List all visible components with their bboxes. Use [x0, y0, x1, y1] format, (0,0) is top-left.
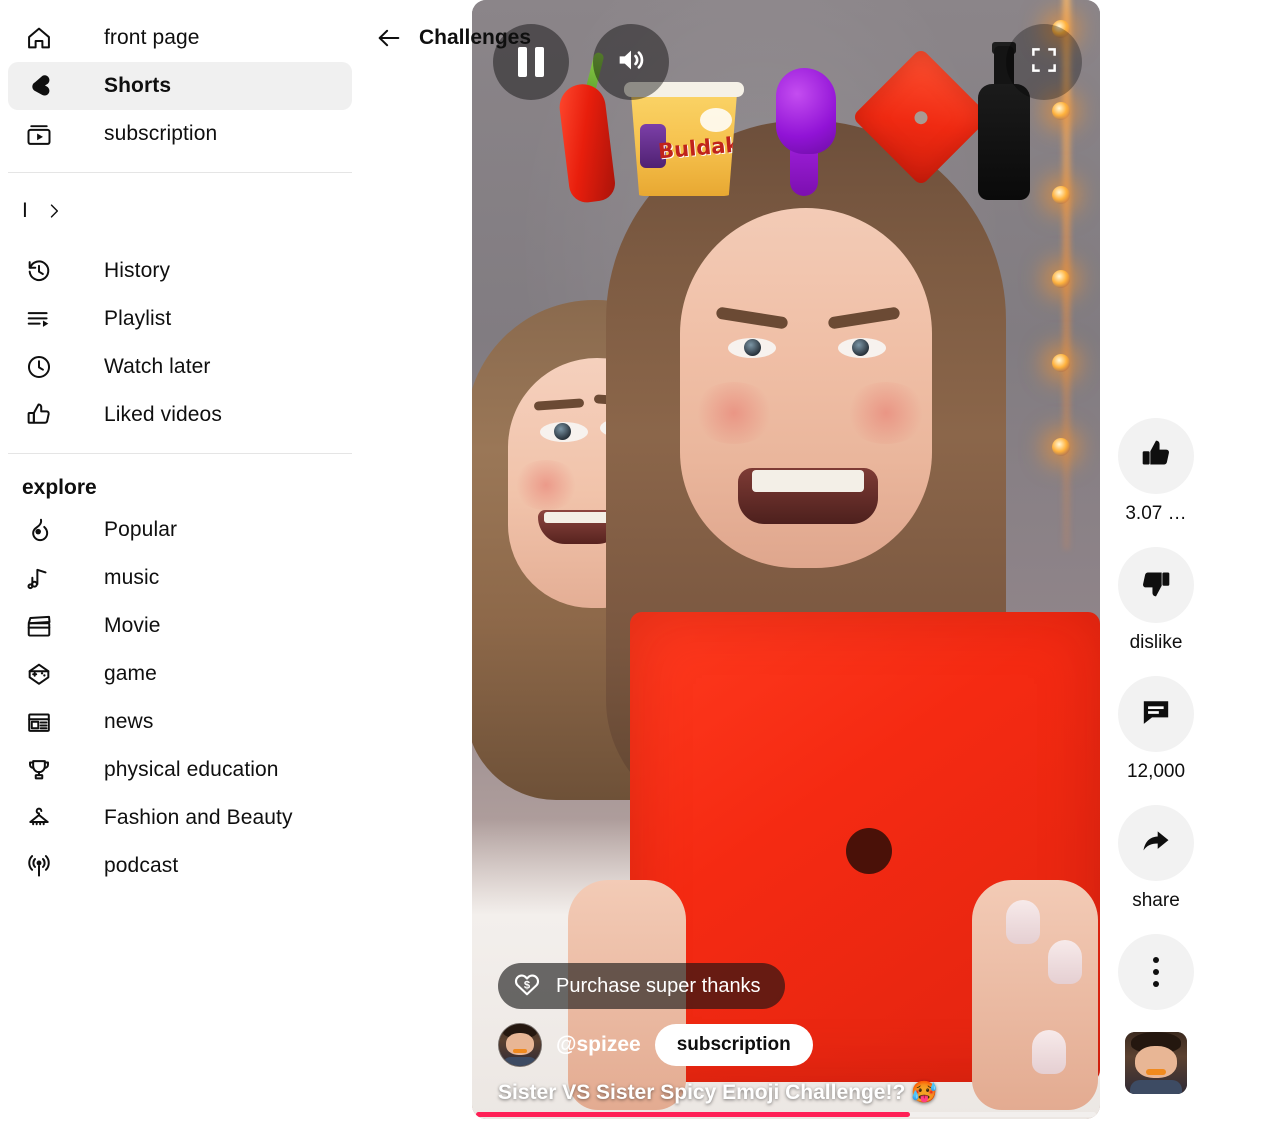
- sidebar-item-label: Watch later: [104, 355, 211, 378]
- sidebar-item-label: Fashion and Beauty: [104, 806, 293, 829]
- fingernail: [1006, 900, 1040, 944]
- sidebar-item-watch-later[interactable]: Watch later: [8, 343, 352, 391]
- page-header: Challenges: [375, 24, 531, 52]
- sidebar-item-label: Movie: [104, 614, 161, 637]
- explore-heading: explore: [22, 476, 97, 499]
- comment-count: 12,000: [1126, 761, 1186, 782]
- sidebar-item-liked-videos[interactable]: Liked videos: [8, 391, 352, 439]
- page-title: Challenges: [419, 26, 532, 49]
- channel-row: @spizee subscription: [498, 1023, 1074, 1067]
- sidebar-item-popular[interactable]: Popular: [8, 506, 352, 554]
- noodle-brand-text: Buldak: [657, 132, 741, 164]
- shorts-icon: [22, 69, 56, 103]
- fullscreen-icon: [1029, 45, 1059, 80]
- subscriptions-icon: [22, 117, 56, 151]
- sidebar-item-movie[interactable]: Movie: [8, 602, 352, 650]
- dislike-button[interactable]: [1118, 547, 1194, 623]
- sidebar-item-label: History: [104, 259, 171, 282]
- sidebar-item-music[interactable]: music: [8, 554, 352, 602]
- volume-button[interactable]: [593, 24, 669, 100]
- sidebar-item-front-page[interactable]: front page: [8, 14, 352, 62]
- hanger-icon: [22, 801, 56, 835]
- sidebar-item-playlist[interactable]: Playlist: [8, 295, 352, 343]
- share-button[interactable]: [1118, 805, 1194, 881]
- svg-text:$: $: [524, 979, 531, 991]
- shorts-page: front page Shorts subscription I History…: [0, 0, 1280, 1125]
- thumbs-up-icon: [1139, 437, 1173, 476]
- super-thanks-button[interactable]: $ Purchase super thanks: [498, 963, 785, 1009]
- channel-name[interactable]: @spizee: [556, 1033, 641, 1057]
- action-comments: 12,000: [1114, 676, 1198, 783]
- sidebar-item-label: Shorts: [104, 74, 172, 97]
- like-count: 3.07 …: [1125, 503, 1187, 524]
- like-button[interactable]: [1118, 418, 1194, 494]
- dislike-label: dislike: [1129, 632, 1183, 653]
- sidebar-item-fashion-and-beauty[interactable]: Fashion and Beauty: [8, 794, 352, 842]
- super-thanks-label: Purchase super thanks: [556, 974, 761, 997]
- sidebar-item-label: podcast: [104, 854, 179, 877]
- sidebar-item-history[interactable]: History: [8, 247, 352, 295]
- sidebar-item-news[interactable]: news: [8, 698, 352, 746]
- sidebar-item-podcast[interactable]: podcast: [8, 842, 352, 890]
- action-share: share: [1114, 805, 1198, 912]
- purple-drumstick-sticker: [772, 68, 838, 198]
- sidebar-item-shorts[interactable]: Shorts: [8, 62, 352, 110]
- sidebar-item-label: news: [104, 710, 154, 733]
- share-label: share: [1132, 890, 1180, 911]
- progress-bar[interactable]: [476, 1112, 1096, 1117]
- trending-icon: [22, 513, 56, 547]
- heart-dollar-icon: $: [512, 969, 542, 1004]
- fullscreen-button[interactable]: [1006, 24, 1082, 100]
- sidebar-item-label: music: [104, 566, 160, 589]
- more-button[interactable]: [1118, 934, 1194, 1010]
- sidebar-item-label: physical education: [104, 758, 279, 781]
- playlist-icon: [22, 302, 56, 336]
- sidebar-you-label: I: [22, 199, 28, 222]
- comment-icon: [1139, 695, 1173, 734]
- share-icon: [1139, 824, 1173, 863]
- podcast-icon: [22, 849, 56, 883]
- sidebar-item-subscription[interactable]: subscription: [8, 110, 352, 158]
- more-vertical-icon: [1153, 957, 1159, 987]
- clock-icon: [22, 350, 56, 384]
- music-note-icon: [22, 561, 56, 595]
- video-title: Sister VS Sister Spicy Emoji Challenge!?…: [498, 1081, 938, 1104]
- subscribe-button[interactable]: subscription: [654, 1024, 813, 1066]
- sidebar-item-label: subscription: [104, 122, 218, 145]
- chevron-right-icon: [44, 201, 64, 221]
- clapperboard-icon: [22, 609, 56, 643]
- sidebar-item-label: Playlist: [104, 307, 172, 330]
- sidebar-item-game[interactable]: game: [8, 650, 352, 698]
- spicy-cracker-sticker: [850, 46, 991, 187]
- action-dislike: dislike: [1114, 547, 1198, 654]
- comments-button[interactable]: [1118, 676, 1194, 752]
- sidebar-item-physical-education[interactable]: physical education: [8, 746, 352, 794]
- sidebar: front page Shorts subscription I History…: [0, 0, 360, 1125]
- sidebar-you-row[interactable]: I: [0, 187, 360, 235]
- volume-on-icon: [614, 43, 648, 82]
- action-like: 3.07 …: [1114, 418, 1198, 525]
- sidebar-item-label: Liked videos: [104, 403, 222, 426]
- thumbs-up-icon: [22, 398, 56, 432]
- avatar[interactable]: [498, 1023, 542, 1067]
- history-icon: [22, 254, 56, 288]
- sidebar-item-label: Popular: [104, 518, 178, 541]
- channel-thumbnail[interactable]: [1125, 1032, 1187, 1094]
- action-rail: 3.07 … dislike 12,000 share: [1114, 418, 1198, 1094]
- sidebar-item-label: front page: [104, 26, 200, 49]
- progress-bar-fill: [476, 1112, 910, 1117]
- back-arrow-icon[interactable]: [375, 24, 403, 52]
- home-icon: [22, 21, 56, 55]
- trophy-icon: [22, 753, 56, 787]
- shorts-player[interactable]: Buldak $ Purchase super thanks @spizee s…: [472, 0, 1100, 1119]
- gamepad-icon: [22, 657, 56, 691]
- newspaper-icon: [22, 705, 56, 739]
- video-overlay-bottom: $ Purchase super thanks @spizee subscrip…: [472, 963, 1100, 1119]
- thumbs-down-icon: [1139, 566, 1173, 605]
- action-more: [1114, 934, 1198, 1010]
- sidebar-item-label: game: [104, 662, 157, 685]
